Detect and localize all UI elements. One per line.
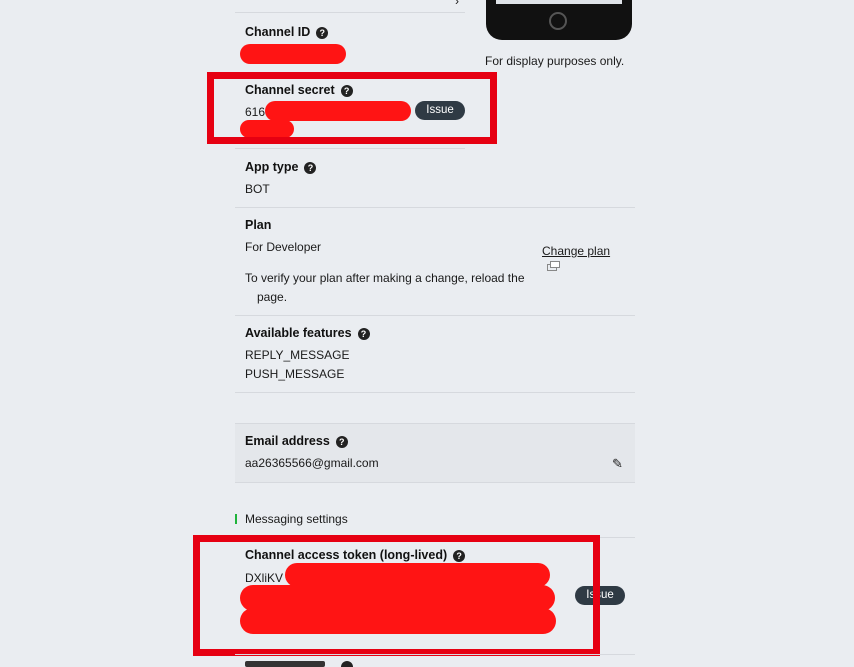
features-title: Available features?	[245, 326, 370, 340]
change-plan-link[interactable]: Change plan	[542, 244, 610, 258]
feature-item: PUSH_MESSAGE	[245, 367, 345, 381]
email-panel	[235, 423, 635, 483]
home-button-icon	[549, 12, 567, 30]
plan-label: Plan	[245, 218, 272, 232]
divider	[235, 12, 465, 13]
plan-value: For Developer	[245, 240, 322, 254]
divider	[235, 654, 635, 655]
highlight-box	[193, 535, 600, 656]
question-circle-icon[interactable]: ?	[335, 435, 348, 448]
app-type-label: App type	[245, 160, 299, 174]
phone-preview	[486, 0, 632, 40]
divider	[235, 315, 635, 316]
question-circle-icon	[341, 661, 353, 667]
feature-item: REPLY_MESSAGE	[245, 348, 350, 362]
app-type-value: BOT	[245, 182, 270, 196]
highlight-box	[207, 72, 497, 144]
next-row-cutoff	[245, 661, 325, 667]
question-circle-icon[interactable]: ?	[316, 26, 329, 39]
features-label: Available features	[245, 326, 352, 340]
messaging-settings-heading: Messaging settings	[245, 512, 348, 526]
redaction-scribble	[240, 44, 346, 64]
external-window-icon[interactable]	[547, 261, 560, 271]
phone-screen	[496, 0, 622, 4]
email-value: aa26365566@gmail.com	[245, 456, 379, 470]
divider	[235, 392, 635, 393]
email-title: Email address?	[245, 434, 348, 448]
external-window-icon-front	[550, 261, 560, 268]
question-circle-icon[interactable]: ?	[357, 327, 370, 340]
plan-note-line1: To verify your plan after making a chang…	[245, 271, 525, 285]
preview-caption: For display purposes only.	[485, 54, 625, 68]
chevron-right-icon: ›	[455, 0, 459, 8]
channel-id-title: Channel ID?	[245, 25, 329, 39]
divider	[235, 207, 635, 208]
channel-id-label: Channel ID	[245, 25, 311, 39]
email-label: Email address	[245, 434, 330, 448]
app-type-title: App type?	[245, 160, 317, 174]
question-circle-icon[interactable]: ?	[304, 161, 317, 174]
plan-note-line2: page.	[257, 290, 288, 304]
section-accent-bar	[235, 514, 237, 524]
divider	[235, 148, 465, 149]
pencil-icon[interactable]: ✎	[612, 456, 623, 472]
